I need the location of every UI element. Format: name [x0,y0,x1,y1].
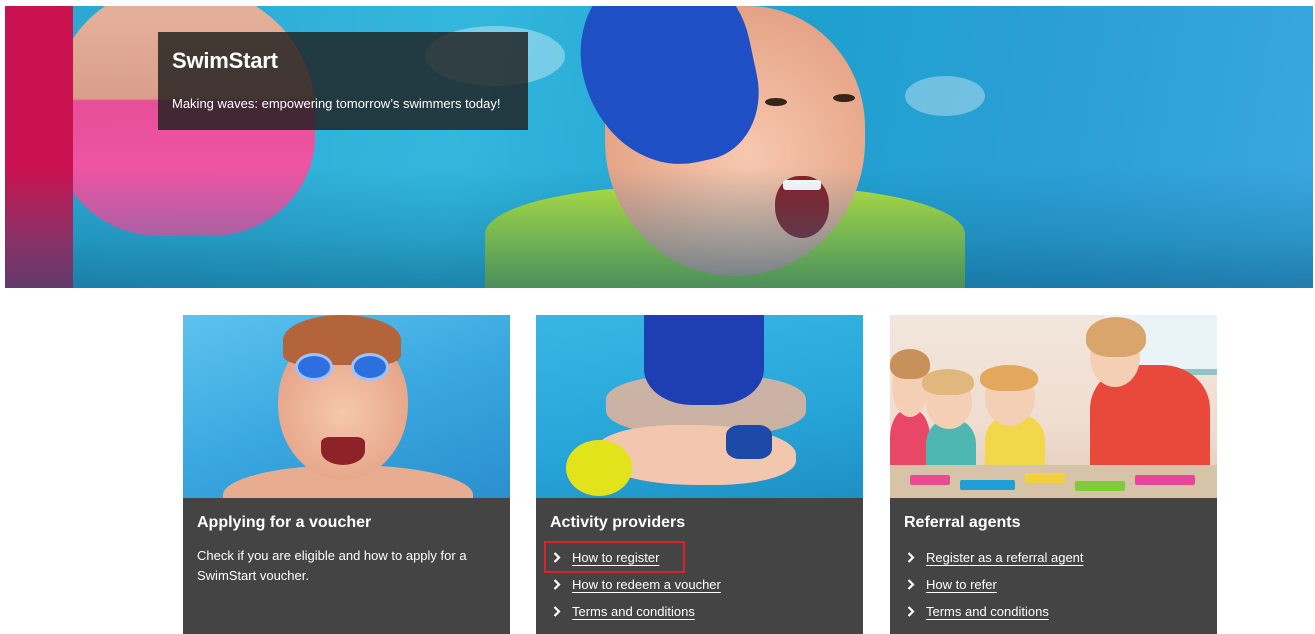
terms-and-conditions-link[interactable]: Terms and conditions [572,604,695,619]
card-title: Referral agents [904,514,1021,531]
image-shape [351,353,389,381]
hero-splash [905,76,985,116]
list-item: Terms and conditions [550,598,849,625]
image-shape [726,425,772,459]
hero-child-eye [833,94,855,102]
list-item: Terms and conditions [904,598,1203,625]
how-to-redeem-voucher-link[interactable]: How to redeem a voucher [572,577,721,592]
image-shape [644,315,764,405]
list-item: How to register [544,541,849,573]
card-applying-for-voucher: Applying for a voucher Check if you are … [183,315,510,634]
image-shape [960,480,1015,490]
register-as-referral-agent-link[interactable]: Register as a referral agent [926,550,1084,565]
list-item: How to redeem a voucher [550,571,849,598]
chevron-right-icon [904,579,918,590]
card-body: Applying for a voucher Check if you are … [183,498,510,602]
card-activity-providers: Activity providers How to register How t… [536,315,863,634]
image-shape [295,353,333,381]
site-title: SwimStart [172,48,278,73]
image-shape [1086,317,1146,357]
hero-child-eye [765,98,787,106]
chevron-right-icon [550,579,564,590]
image-shape [1025,473,1065,483]
list-item: How to refer [904,571,1203,598]
image-shape [1135,475,1195,485]
card-body: Activity providers How to register How t… [536,498,863,634]
site-tagline: Making waves: empowering tomorrow’s swim… [172,96,501,111]
hero-banner-image: SwimStart Making waves: empowering tomor… [5,6,1313,288]
chevron-right-icon [904,552,918,563]
chevron-right-icon [904,606,918,617]
list-item: Register as a referral agent [904,544,1203,571]
card-referral-agents: Referral agents Register as a referral a… [890,315,1217,634]
highlight-box [544,541,685,573]
hero-water-shade [5,168,1313,288]
image-shape [566,440,632,496]
card-body: Referral agents Register as a referral a… [890,498,1217,634]
image-shape [890,349,930,379]
link-list: Register as a referral agent How to refe… [904,544,1203,625]
card-image-boy-with-goggles [183,315,510,498]
image-shape [321,437,365,465]
card-image-instructor-with-baby [536,315,863,498]
link-list: How to register How to redeem a voucher … [544,541,849,625]
image-shape [922,369,974,395]
card-title: Applying for a voucher [197,514,372,531]
terms-and-conditions-link[interactable]: Terms and conditions [926,604,1049,619]
hero-caption-box: SwimStart Making waves: empowering tomor… [158,32,528,130]
image-shape [980,365,1038,391]
card-title: Activity providers [550,514,686,531]
how-to-refer-link[interactable]: How to refer [926,577,997,592]
image-shape [1075,481,1125,491]
chevron-right-icon [550,606,564,617]
card-description: Check if you are eligible and how to app… [197,548,467,583]
image-shape [910,475,950,485]
card-image-children-playing [890,315,1217,498]
